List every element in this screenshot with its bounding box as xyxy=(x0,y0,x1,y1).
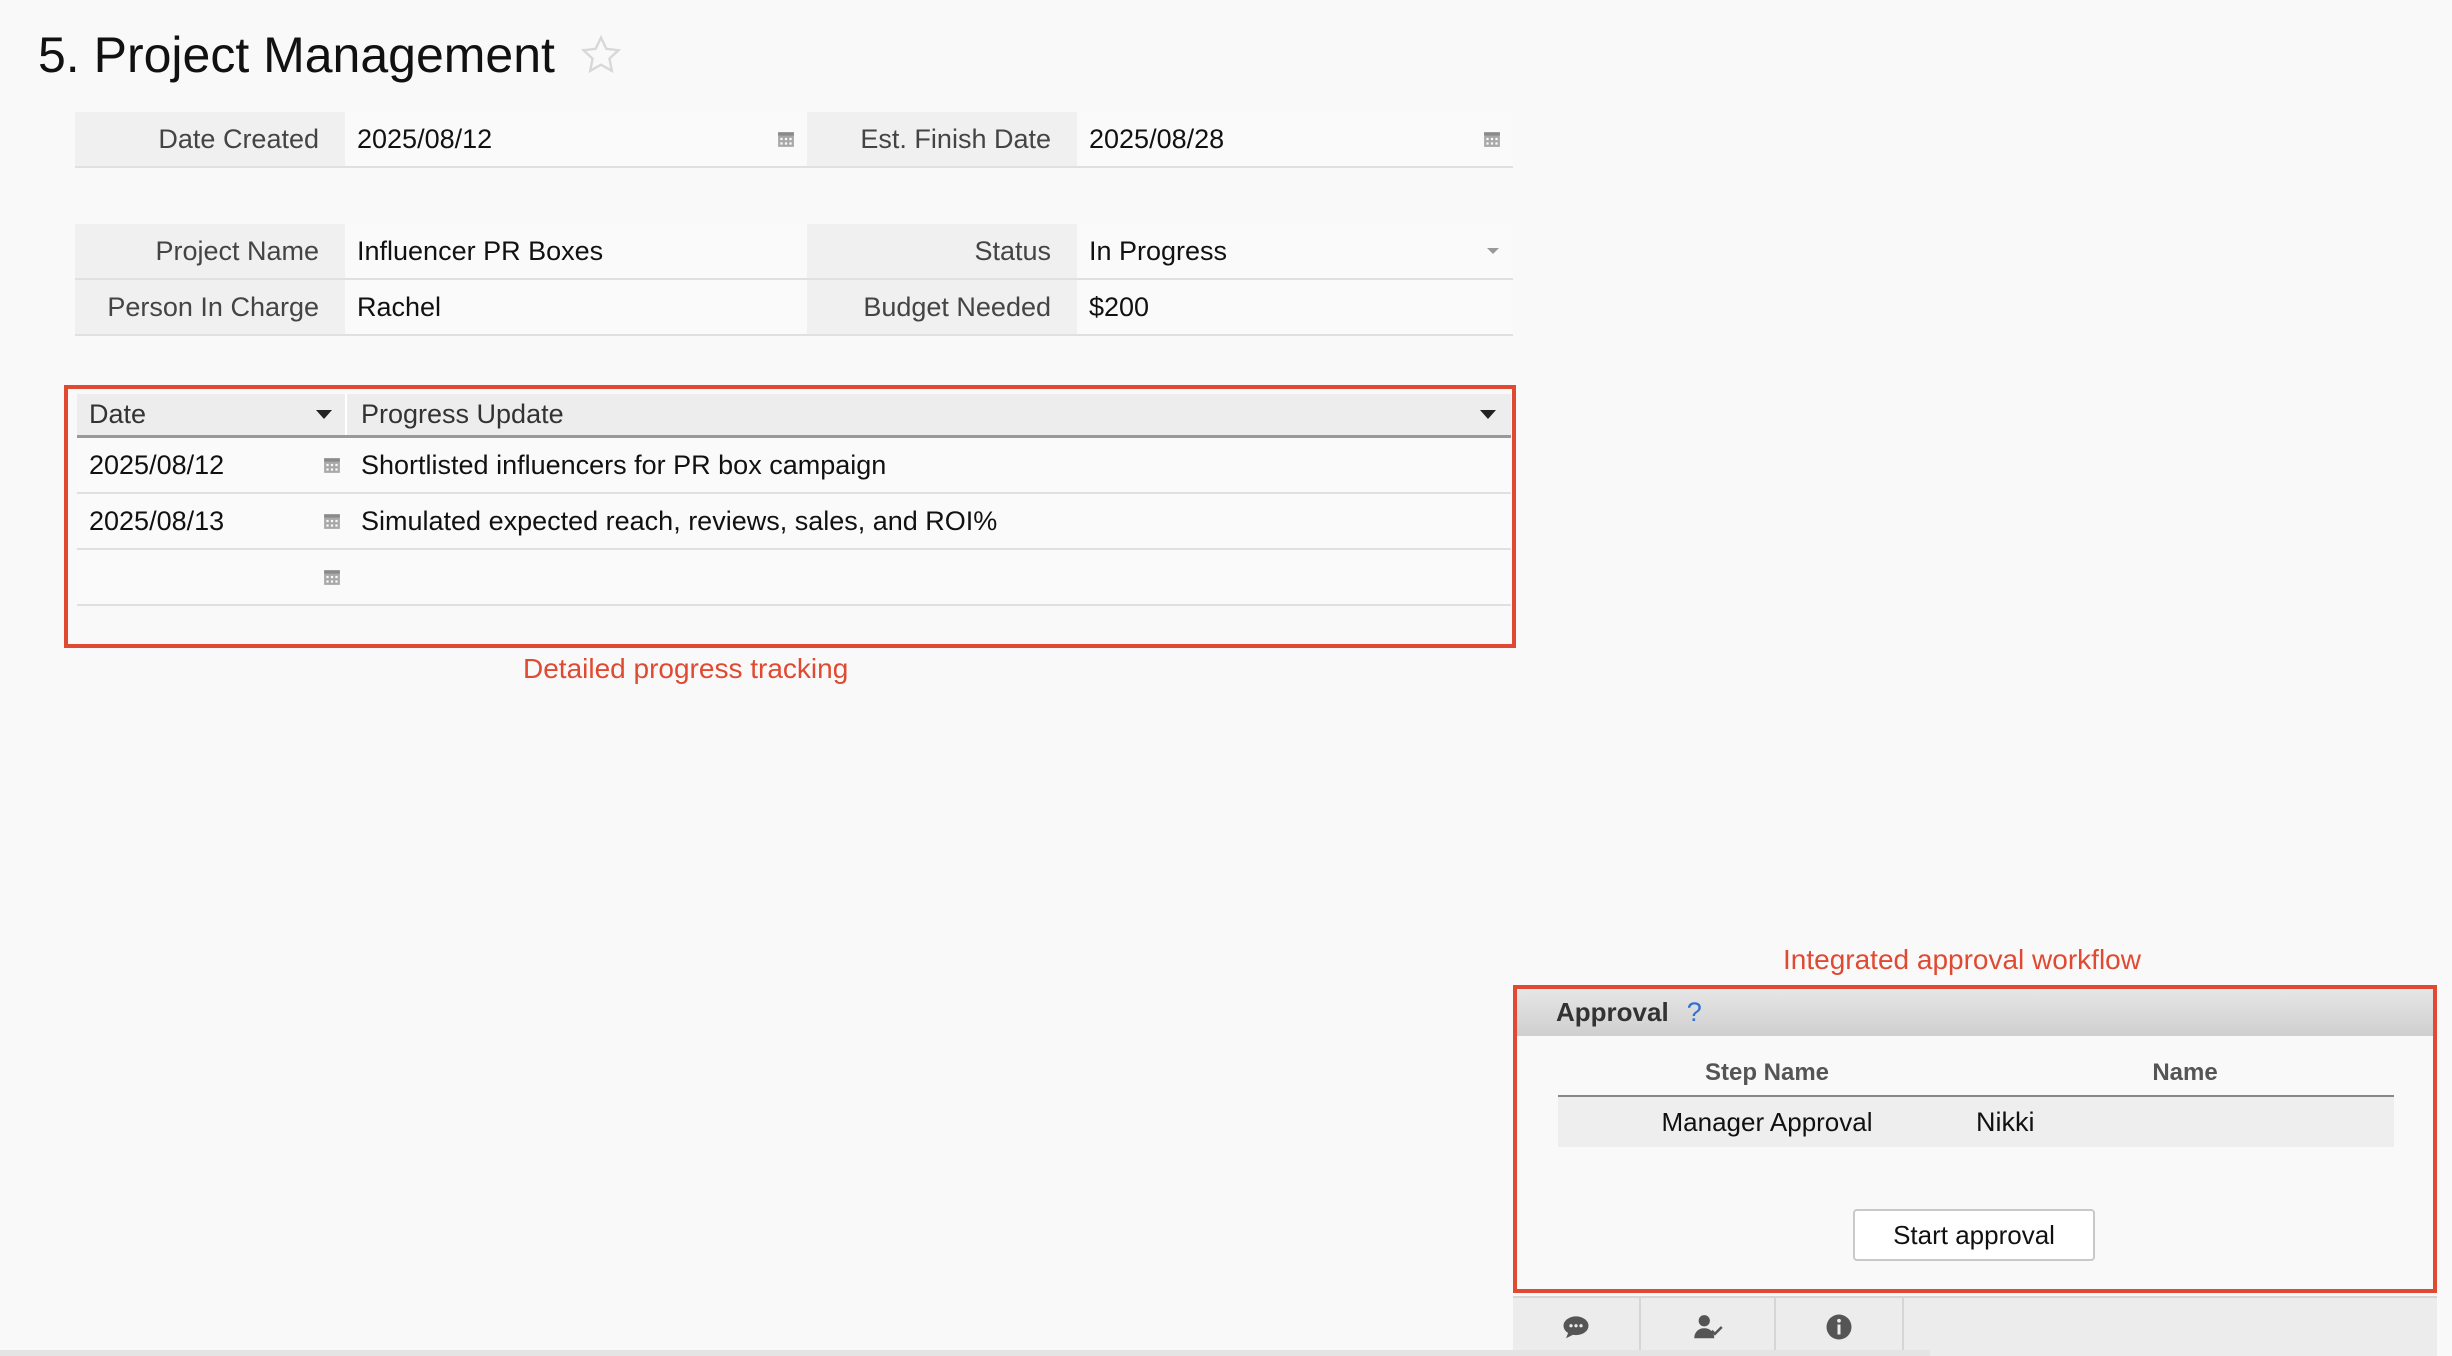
project-row-2: Person In Charge Rachel Budget Needed $2… xyxy=(75,280,1513,336)
row-date-cell[interactable]: 2025/08/13 xyxy=(77,494,347,548)
date-created-label: Date Created xyxy=(75,112,345,166)
row-date-cell[interactable]: 2025/08/12 xyxy=(77,438,347,492)
help-icon[interactable]: ? xyxy=(1687,997,1702,1028)
budget-needed-label: Budget Needed xyxy=(807,280,1077,334)
project-row-1: Project Name Influencer PR Boxes Status … xyxy=(75,224,1513,280)
page-title: 5. Project Management xyxy=(38,27,555,83)
comment-button[interactable] xyxy=(1513,1298,1641,1356)
approval-title: Approval xyxy=(1556,997,1669,1027)
table-row[interactable]: 2025/08/12 Shortlisted influencers for P… xyxy=(77,438,1511,494)
approval-header: Approval ? xyxy=(1517,989,2433,1036)
table-row-empty[interactable] xyxy=(77,550,1511,606)
person-in-charge-value: Rachel xyxy=(357,291,442,322)
comment-icon xyxy=(1561,1312,1591,1342)
sort-caret-icon[interactable] xyxy=(1479,409,1497,420)
project-name-value: Influencer PR Boxes xyxy=(357,235,604,266)
date-created-value: 2025/08/12 xyxy=(357,123,493,154)
project-name-field[interactable]: Influencer PR Boxes xyxy=(345,224,807,278)
budget-needed-field[interactable]: $200 xyxy=(1077,280,1513,334)
info-icon xyxy=(1824,1312,1854,1342)
calendar-icon[interactable] xyxy=(323,456,341,474)
calendar-icon[interactable] xyxy=(323,568,341,586)
progress-annotation: Detailed progress tracking xyxy=(523,653,849,684)
approval-table-header: Step Name Name xyxy=(1558,1051,2394,1097)
progress-update-column-header[interactable]: Progress Update xyxy=(347,394,1511,435)
est-finish-value: 2025/08/28 xyxy=(1089,123,1225,154)
start-approval-button[interactable]: Start approval xyxy=(1853,1209,2095,1261)
progress-update-column-label: Progress Update xyxy=(361,399,564,429)
row-date: 2025/08/12 xyxy=(89,449,225,480)
progress-table-highlight: Date Progress Update 2025/08/12 Shortlis… xyxy=(64,385,1516,648)
bottom-toolbar xyxy=(1513,1296,2437,1356)
title-row: 5. Project Management xyxy=(38,20,623,90)
approver-name-cell: Nikki xyxy=(1976,1106,2035,1137)
row-update-cell[interactable]: Shortlisted influencers for PR box campa… xyxy=(347,438,1511,492)
calendar-icon[interactable] xyxy=(1483,130,1501,148)
project-name-label: Project Name xyxy=(75,224,345,278)
status-label: Status xyxy=(807,224,1077,278)
status-value: In Progress xyxy=(1089,235,1228,266)
assignee-button[interactable] xyxy=(1641,1298,1776,1356)
calendar-icon[interactable] xyxy=(777,130,795,148)
table-row: Manager Approval Nikki xyxy=(1558,1097,2394,1147)
name-column-header: Name xyxy=(2152,1059,2218,1086)
page: 5. Project Management Date Created 2025/… xyxy=(0,0,2452,1356)
approval-panel: Approval ? Step Name Name Manager Approv… xyxy=(1513,985,2437,1293)
row-update-cell[interactable]: Simulated expected reach, reviews, sales… xyxy=(347,494,1511,548)
star-icon[interactable] xyxy=(579,33,623,77)
date-column-header[interactable]: Date xyxy=(77,394,347,435)
date-column-label: Date xyxy=(89,399,147,429)
date-created-field[interactable]: 2025/08/12 xyxy=(345,112,807,166)
sort-caret-icon[interactable] xyxy=(315,409,333,420)
calendar-icon[interactable] xyxy=(323,512,341,530)
info-button[interactable] xyxy=(1776,1298,1904,1356)
budget-needed-value: $200 xyxy=(1089,291,1150,322)
project-section: Project Name Influencer PR Boxes Status … xyxy=(75,224,1513,336)
approval-annotation: Integrated approval workflow xyxy=(1783,944,2141,975)
table-row[interactable]: 2025/08/13 Simulated expected reach, rev… xyxy=(77,494,1511,550)
page-bottom-divider xyxy=(0,1350,1930,1356)
person-in-charge-field[interactable]: Rachel xyxy=(345,280,807,334)
row-update-cell[interactable] xyxy=(347,550,1511,604)
progress-table-header: Date Progress Update xyxy=(77,394,1511,438)
est-finish-field[interactable]: 2025/08/28 xyxy=(1077,112,1513,166)
step-name-cell: Manager Approval xyxy=(1661,1106,1873,1137)
dates-row: Date Created 2025/08/12 Est. Finish Date… xyxy=(75,112,1513,168)
user-check-icon xyxy=(1693,1312,1723,1342)
row-date-cell[interactable] xyxy=(77,550,347,604)
chevron-down-icon[interactable] xyxy=(1485,246,1501,256)
approval-table: Step Name Name Manager Approval Nikki xyxy=(1558,1051,2394,1147)
dates-section: Date Created 2025/08/12 Est. Finish Date… xyxy=(75,112,1513,168)
step-name-column-header: Step Name xyxy=(1704,1059,1830,1086)
row-date: 2025/08/13 xyxy=(89,505,225,536)
progress-table: Date Progress Update 2025/08/12 Shortlis… xyxy=(77,394,1511,606)
status-select[interactable]: In Progress xyxy=(1077,224,1513,278)
est-finish-label: Est. Finish Date xyxy=(807,112,1077,166)
person-in-charge-label: Person In Charge xyxy=(75,280,345,334)
